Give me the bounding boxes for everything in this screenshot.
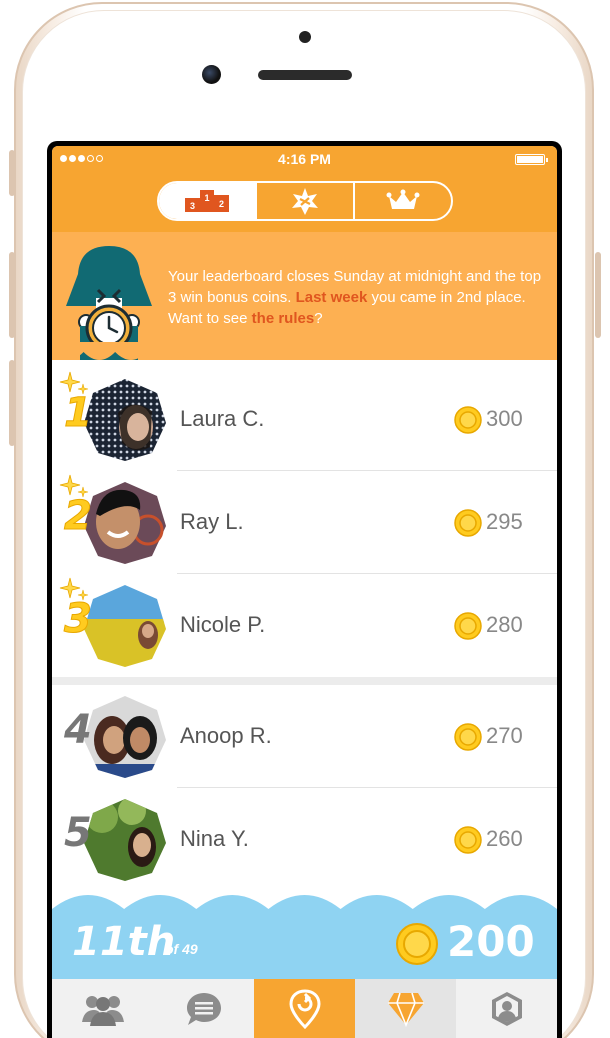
leaderboard-row-4[interactable]: 4 Anoop R. 270 xyxy=(52,685,557,788)
coin-icon xyxy=(454,723,482,751)
battery-icon xyxy=(515,154,548,165)
chat-bubble-icon xyxy=(186,992,221,1025)
leaderboard-tabs: 1 3 2 xyxy=(157,181,453,221)
tab-crown[interactable] xyxy=(355,183,451,219)
people-icon xyxy=(81,995,124,1026)
tab-checkin[interactable] xyxy=(254,979,355,1038)
player-name: Ray L. xyxy=(180,509,244,534)
player-score: 270 xyxy=(486,723,523,748)
rules-link[interactable]: the rules xyxy=(252,310,315,327)
tab-profile[interactable] xyxy=(456,979,557,1038)
bottom-tab-bar xyxy=(52,979,557,1038)
player-name: Laura C. xyxy=(180,406,265,431)
avatar xyxy=(84,585,166,667)
player-score: 300 xyxy=(486,406,523,431)
podium-separator xyxy=(52,677,557,685)
coin-icon xyxy=(454,612,482,640)
leaderboard-list: 1 Laura C. 300 2 Ray L. 295 3 Nicole P. … xyxy=(52,368,557,891)
podium-second-label: 2 xyxy=(219,199,224,209)
banner-text-part3: ? xyxy=(314,310,323,327)
volume-up-button xyxy=(9,252,15,338)
leaderboard-row-2[interactable]: 2 Ray L. 295 xyxy=(52,471,557,574)
my-rank: 11th xyxy=(72,919,176,965)
avatar xyxy=(84,379,166,461)
last-week-link[interactable]: Last week xyxy=(296,289,368,306)
player-name: Nina Y. xyxy=(180,826,249,851)
coin-icon xyxy=(454,509,482,537)
tab-rewards[interactable] xyxy=(355,979,456,1038)
player-score: 280 xyxy=(486,612,523,637)
player-score: 260 xyxy=(486,826,523,851)
coin-icon xyxy=(454,826,482,854)
avatar xyxy=(84,799,166,881)
status-time: 4:16 PM xyxy=(278,151,331,167)
earpiece-speaker xyxy=(258,70,352,80)
podium-icon: 1 3 2 xyxy=(185,190,229,212)
coin-icon xyxy=(454,406,482,434)
my-rank-total: of 49 xyxy=(165,941,198,957)
volume-down-button xyxy=(9,360,15,446)
info-banner: Your leaderboard closes Sunday at midnig… xyxy=(52,232,557,360)
star-badge-icon xyxy=(292,188,318,215)
front-camera xyxy=(202,65,221,84)
my-coins: 200 xyxy=(447,917,535,966)
status-bar: 4:16 PM xyxy=(52,146,557,172)
mute-switch xyxy=(9,150,15,196)
power-button xyxy=(595,252,601,338)
rank-number: 3 xyxy=(64,596,93,643)
proximity-sensor xyxy=(299,31,311,43)
location-pin-icon xyxy=(288,988,321,1029)
tab-badges[interactable] xyxy=(257,183,355,219)
rank-number: 2 xyxy=(64,493,93,540)
leaderboard-row-5[interactable]: 5 Nina Y. 260 xyxy=(52,788,557,891)
banner-message: Your leaderboard closes Sunday at midnig… xyxy=(168,266,550,329)
rank-number: 4 xyxy=(64,707,92,753)
avatar xyxy=(84,696,166,778)
banner-wave-edge xyxy=(52,342,557,360)
avatar xyxy=(84,482,166,564)
player-name: Nicole P. xyxy=(180,612,266,637)
podium-first-label: 1 xyxy=(204,193,209,203)
tab-friends[interactable] xyxy=(52,979,153,1038)
diamond-icon xyxy=(387,992,424,1027)
leaderboard-row-1[interactable]: 1 Laura C. 300 xyxy=(52,368,557,471)
profile-icon xyxy=(491,991,522,1026)
coin-icon xyxy=(396,923,438,965)
podium-third-label: 3 xyxy=(190,201,195,211)
screen: 4:16 PM 1 3 2 Your leaderboard closes Su… xyxy=(47,141,562,1038)
tab-podium[interactable]: 1 3 2 xyxy=(159,183,257,219)
app-display: 4:16 PM 1 3 2 Your leaderboard closes Su… xyxy=(52,146,557,1038)
tab-messages[interactable] xyxy=(153,979,254,1038)
my-standing-panel: 11th of 49 200 xyxy=(52,889,557,979)
rank-number: 5 xyxy=(64,810,92,856)
leaderboard-row-3[interactable]: 3 Nicole P. 280 xyxy=(52,574,557,677)
crown-icon xyxy=(386,189,420,209)
rank-number: 1 xyxy=(64,390,93,437)
player-score: 295 xyxy=(486,509,523,534)
leaderboard-header: 1 3 2 xyxy=(52,172,557,232)
player-name: Anoop R. xyxy=(180,723,272,748)
